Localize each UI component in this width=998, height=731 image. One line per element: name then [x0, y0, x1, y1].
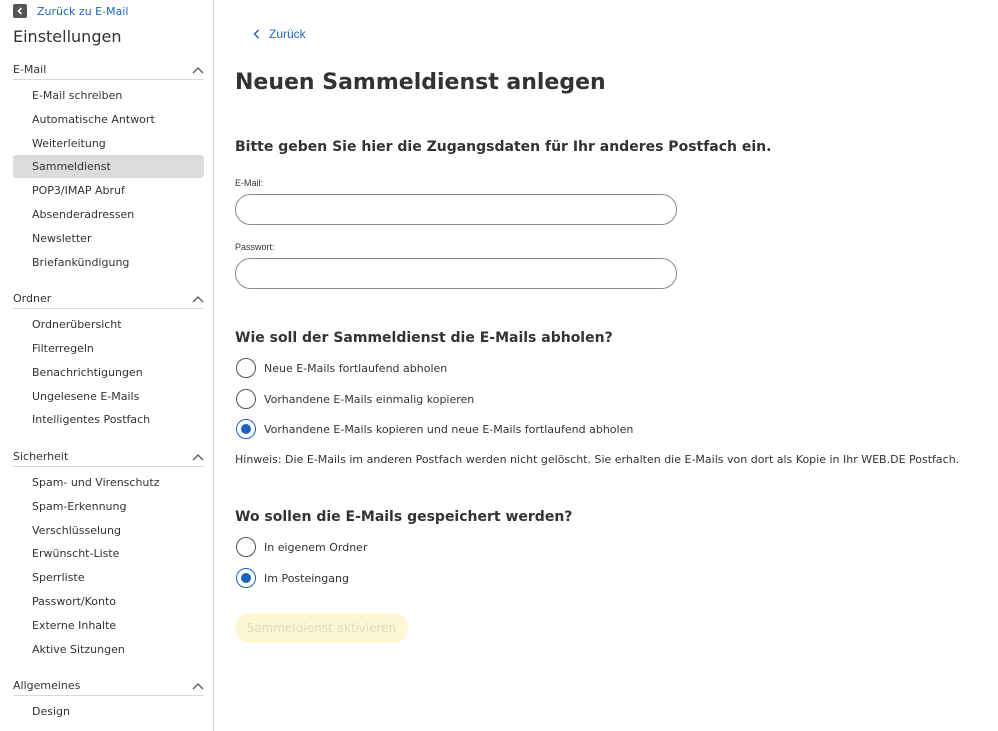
store-option-inbox[interactable]: Im Posteingang [236, 568, 349, 588]
radio-button-checked[interactable] [236, 568, 256, 588]
back-link-label: Zurück [269, 27, 306, 41]
sidebar-item-sammeldienst[interactable]: Sammeldienst [13, 155, 204, 178]
sidebar-title: Einstellungen [13, 27, 122, 46]
section-label: Allgemeines [13, 679, 81, 692]
radio-button[interactable] [236, 537, 256, 557]
page-title: Neuen Sammeldienst anlegen [235, 70, 606, 95]
sidebar-item-pop3-imap-abruf[interactable]: POP3/IMAP Abruf [13, 179, 204, 202]
sidebar-item-newsletter[interactable]: Newsletter [13, 227, 204, 250]
main-content: Zurück Neuen Sammeldienst anlegen Bitte … [215, 0, 998, 731]
chevron-up-icon [192, 682, 204, 689]
section-header-allgemeines[interactable]: Allgemeines [13, 676, 204, 696]
activate-collector-button[interactable]: Sammeldienst aktivieren [235, 613, 408, 643]
sidebar-item-sperrliste[interactable]: Sperrliste [13, 566, 204, 589]
back-to-email-link[interactable]: Zurück zu E-Mail [13, 3, 128, 19]
radio-button[interactable] [236, 389, 256, 409]
radio-selected-dot [241, 424, 251, 434]
section-header-email[interactable]: E-Mail [13, 60, 204, 80]
fetch-option-new-continuous[interactable]: Neue E-Mails fortlaufend abholen [236, 358, 447, 378]
password-input[interactable] [235, 258, 677, 289]
section-label: Ordner [13, 292, 52, 305]
chevron-left-icon [253, 29, 260, 39]
fetch-option-copy-once[interactable]: Vorhandene E-Mails einmalig kopieren [236, 389, 474, 409]
radio-label: Neue E-Mails fortlaufend abholen [264, 361, 448, 375]
sidebar-item-benachrichtigungen[interactable]: Benachrichtigungen [13, 361, 204, 384]
password-label: Passwort: [235, 242, 275, 252]
radio-selected-dot [241, 573, 251, 583]
sidebar-item-automatische-antwort[interactable]: Automatische Antwort [13, 108, 204, 131]
sidebar-item-erwuenscht-liste[interactable]: Erwünscht-Liste [13, 542, 204, 565]
sidebar-item-ungelesene-emails[interactable]: Ungelesene E-Mails [13, 385, 204, 408]
email-label: E-Mail: [235, 178, 264, 188]
sidebar-item-briefankuendigung[interactable]: Briefankündigung [13, 251, 204, 274]
sidebar-item-externe-inhalte[interactable]: Externe Inhalte [13, 614, 204, 637]
radio-label: Vorhandene E-Mails kopieren und neue E-M… [264, 422, 634, 436]
sidebar-item-verschluesselung[interactable]: Verschlüsselung [13, 519, 204, 542]
radio-label: In eigenem Ordner [264, 540, 368, 554]
radio-button-checked[interactable] [236, 419, 256, 439]
sidebar-item-spam-virenschutz[interactable]: Spam- und Virenschutz [13, 471, 204, 494]
radio-label: Vorhandene E-Mails einmalig kopieren [264, 392, 475, 406]
sidebar-item-spam-erkennung[interactable]: Spam-Erkennung [13, 495, 204, 518]
settings-sidebar: Zurück zu E-Mail Einstellungen E-Mail E-… [0, 0, 214, 731]
back-to-email-label: Zurück zu E-Mail [37, 4, 129, 18]
chevron-left-icon [13, 4, 27, 18]
sidebar-item-filterregeln[interactable]: Filterregeln [13, 337, 204, 360]
chevron-up-icon [192, 295, 204, 302]
sidebar-item-intelligentes-postfach[interactable]: Intelligentes Postfach [13, 408, 204, 431]
fetch-mode-heading: Wie soll der Sammeldienst die E-Mails ab… [235, 330, 613, 346]
sidebar-item-aktive-sitzungen[interactable]: Aktive Sitzungen [13, 638, 204, 661]
section-header-sicherheit[interactable]: Sicherheit [13, 447, 204, 467]
back-link[interactable]: Zurück [253, 27, 306, 41]
sidebar-item-weiterleitung[interactable]: Weiterleitung [13, 132, 204, 155]
chevron-up-icon [192, 453, 204, 460]
fetch-option-copy-and-continuous[interactable]: Vorhandene E-Mails kopieren und neue E-M… [236, 419, 633, 439]
sidebar-item-design[interactable]: Design [13, 700, 204, 723]
email-input[interactable] [235, 194, 677, 225]
section-label: Sicherheit [13, 450, 69, 463]
radio-label: Im Posteingang [264, 571, 349, 585]
credentials-heading: Bitte geben Sie hier die Zugangsdaten fü… [235, 139, 772, 155]
chevron-up-icon [192, 66, 204, 73]
sidebar-item-ordneruebersicht[interactable]: Ordnerübersicht [13, 313, 204, 336]
radio-button[interactable] [236, 358, 256, 378]
sidebar-item-passwort-konto[interactable]: Passwort/Konto [13, 590, 204, 613]
sidebar-item-absenderadressen[interactable]: Absenderadressen [13, 203, 204, 226]
storage-heading: Wo sollen die E-Mails gespeichert werden… [235, 509, 573, 525]
section-label: E-Mail [13, 63, 47, 76]
section-header-ordner[interactable]: Ordner [13, 289, 204, 309]
store-option-own-folder[interactable]: In eigenem Ordner [236, 537, 367, 557]
sidebar-item-email-schreiben[interactable]: E-Mail schreiben [13, 84, 204, 107]
hint-text: Hinweis: Die E-Mails im anderen Postfach… [235, 453, 960, 466]
